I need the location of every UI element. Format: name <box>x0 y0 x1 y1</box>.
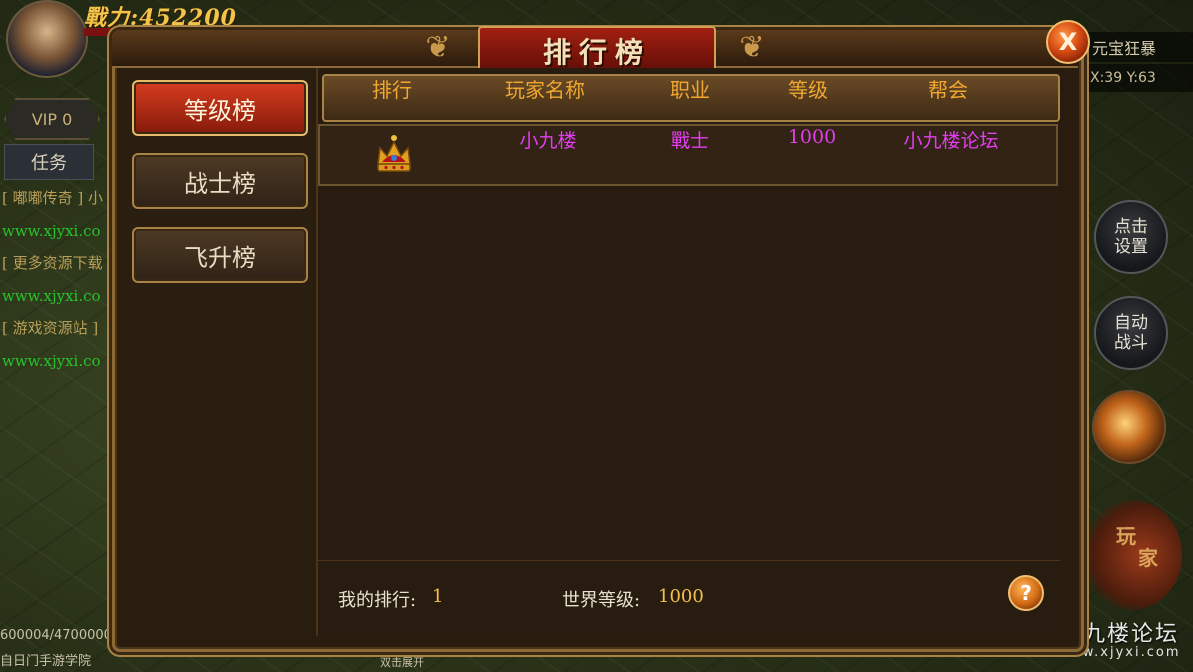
col-rank-header: 排行 <box>372 78 412 102</box>
left-ornament-icon: ❦ <box>425 30 451 65</box>
chat-line: www.xjyxi.co <box>2 351 101 370</box>
exp-counter: 600004/4700000 <box>0 628 112 643</box>
player-btn-char-1: 玩 <box>1116 524 1136 548</box>
player-guild-cell: 小九楼论坛 <box>903 130 999 152</box>
task-button[interactable]: 任务 <box>4 144 94 180</box>
col-class-header: 职业 <box>670 78 710 102</box>
vip-button[interactable]: VIP 0 <box>4 98 100 140</box>
help-button[interactable]: ? <box>1008 575 1044 611</box>
my-rank-label: 我的排行: <box>338 590 417 611</box>
panel-title: 排行榜 <box>542 36 651 69</box>
close-button[interactable]: X <box>1046 20 1090 64</box>
player-menu-button[interactable]: 玩 家 <box>1082 500 1182 610</box>
auto-battle-button[interactable]: 自动战斗 <box>1094 296 1168 370</box>
my-rank-value: 1 <box>432 586 444 607</box>
skill-button[interactable] <box>1092 390 1166 464</box>
auto-battle-label: 自动战斗 <box>1114 313 1148 353</box>
player-class-cell: 戰士 <box>670 130 709 152</box>
settings-button[interactable]: 点击设置 <box>1094 200 1168 274</box>
chat-line: [ 更多资源下载 <box>2 254 103 272</box>
col-name-header: 玩家名称 <box>505 78 585 102</box>
combat-power: 戰力:452200 <box>84 5 237 31</box>
chat-line: [ 嘟嘟传奇 ] 小 <box>2 189 104 207</box>
map-coordinates: X:39 Y:63 <box>1082 64 1193 92</box>
col-guild-header: 帮会 <box>928 78 968 102</box>
player-avatar[interactable] <box>6 0 88 78</box>
chat-log: [ 嘟嘟传奇 ] 小 www.xjyxi.co [ 更多资源下载 www.xjy… <box>2 182 120 377</box>
academy-text: 自日门手游学院 <box>0 654 92 669</box>
world-level-value: 1000 <box>658 586 704 607</box>
tab-warrior-ranking[interactable]: 战士榜 <box>132 153 308 209</box>
col-level-header: 等级 <box>788 78 828 102</box>
chat-expand-hint[interactable]: 双击展开 <box>380 654 424 670</box>
player-name-cell: 小九楼 <box>519 130 577 152</box>
world-level-label: 世界等级: <box>562 590 641 611</box>
tab-level-ranking[interactable]: 等级榜 <box>132 80 308 136</box>
settings-button-label: 点击设置 <box>1114 217 1148 257</box>
player-btn-char-2: 家 <box>1138 546 1158 570</box>
map-name: 元宝狂暴 <box>1082 32 1193 62</box>
player-level-cell: 1000 <box>787 126 837 148</box>
footer-divider <box>318 560 1060 561</box>
chat-line: www.xjyxi.co <box>2 221 101 240</box>
right-ornament-icon: ❦ <box>739 30 765 65</box>
tab-ascension-ranking[interactable]: 飞升榜 <box>132 227 308 283</box>
chat-line: www.xjyxi.co <box>2 286 101 305</box>
chat-line: [ 游戏资源站 ] <box>2 319 99 337</box>
crown-icon <box>377 135 411 172</box>
